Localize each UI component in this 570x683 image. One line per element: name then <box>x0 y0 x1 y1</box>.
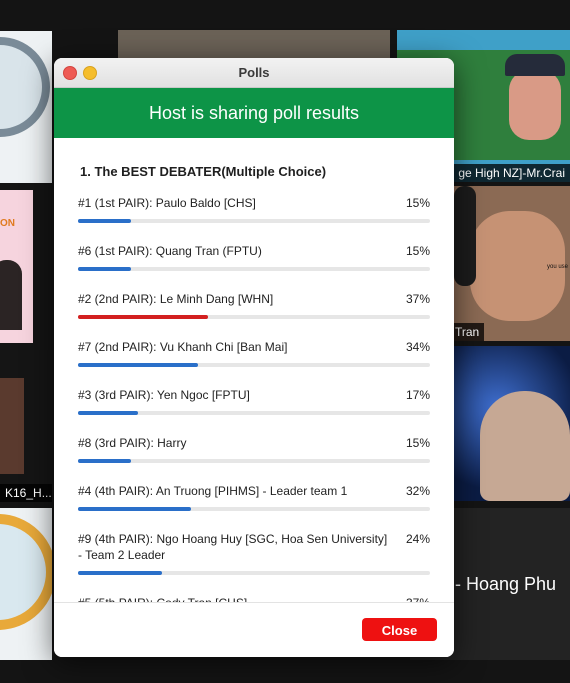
poll-answer: #6 (1st PAIR): Quang Tran (FPTU) 15% <box>78 243 430 271</box>
participant-name-large: S - Hoang Phu <box>438 574 557 594</box>
poll-question: 1. The BEST DEBATER(Multiple Choice) <box>80 164 327 179</box>
answer-label: #9 (4th PAIR): Ngo Hoang Huy [SGC, Hoa S… <box>78 532 388 562</box>
answer-percent: 17% <box>405 388 430 402</box>
answer-bar-track <box>78 459 430 463</box>
poll-answer: #1 (1st PAIR): Paulo Baldo [CHS] 15% <box>78 195 430 223</box>
answer-label: #7 (2nd PAIR): Vu Khanh Chi [Ban Mai] <box>78 340 288 354</box>
answer-percent: 34% <box>405 340 430 354</box>
poll-results-window: Polls Host is sharing poll results 1. Th… <box>54 58 454 657</box>
participant-name: ge High NZ]-Mr.Crai <box>453 164 570 182</box>
teacher-cap <box>505 54 565 76</box>
participant-name: Tran <box>450 323 485 341</box>
answer-bar-fill <box>78 363 198 367</box>
answer-bar-track <box>78 363 430 367</box>
answer-percent: 32% <box>405 484 430 498</box>
participant-face <box>480 391 570 501</box>
school-logo-gold <box>0 514 52 630</box>
answer-bar-fill <box>78 219 131 223</box>
poster-text: ON <box>0 218 15 229</box>
dark-scene <box>0 378 24 474</box>
poll-answer: #3 (3rd PAIR): Yen Ngoc [FPTU] 17% <box>78 387 430 415</box>
poll-footer: Close <box>54 602 454 657</box>
answer-bar-track <box>78 315 430 319</box>
answer-bar-track <box>78 507 430 511</box>
answer-bar-fill <box>78 571 163 575</box>
teacher-face <box>509 70 561 140</box>
close-button[interactable]: Close <box>362 618 437 641</box>
answer-label: #1 (1st PAIR): Paulo Baldo [CHS] <box>78 196 256 210</box>
window-title: Polls <box>238 65 270 80</box>
answer-bar-track <box>78 219 430 223</box>
answer-bar-fill <box>78 411 138 415</box>
answer-label: #4 (4th PAIR): An Truong [PIHMS] - Leade… <box>78 484 348 498</box>
answer-bar-track <box>78 411 430 415</box>
answer-label: #6 (1st PAIR): Quang Tran (FPTU) <box>78 244 262 258</box>
answer-bar-track <box>78 267 430 271</box>
school-logo <box>0 37 50 137</box>
video-tile-logo-top-left[interactable] <box>0 31 52 183</box>
video-tile-logo-bottom-left[interactable] <box>0 508 52 660</box>
participant-name: K16_H... <box>0 484 52 502</box>
poll-answer: #4 (4th PAIR): An Truong [PIHMS] - Leade… <box>78 483 430 511</box>
answer-bar-fill <box>78 459 131 463</box>
answer-label: #3 (3rd PAIR): Yen Ngoc [FPTU] <box>78 388 250 402</box>
sharing-banner: Host is sharing poll results <box>54 88 454 138</box>
video-tile-top-center[interactable] <box>118 30 390 60</box>
poll-results-scroll-area[interactable]: 1. The BEST DEBATER(Multiple Choice) #1 … <box>54 138 454 603</box>
video-tile-student[interactable]: you use Tran <box>450 186 570 341</box>
window-titlebar[interactable]: Polls <box>54 58 454 88</box>
poll-answer: #8 (3rd PAIR): Harry 15% <box>78 435 430 463</box>
poll-answer: #7 (2nd PAIR): Vu Khanh Chi [Ban Mai] 34% <box>78 339 430 367</box>
answer-percent: 15% <box>405 196 430 210</box>
answer-bar-fill <box>78 315 209 319</box>
headphones <box>454 186 476 286</box>
answer-bar-track <box>78 571 430 575</box>
poll-answer: #9 (4th PAIR): Ngo Hoang Huy [SGC, Hoa S… <box>78 531 430 575</box>
answer-percent: 15% <box>405 244 430 258</box>
answer-label: #8 (3rd PAIR): Harry <box>78 436 187 450</box>
answer-percent: 37% <box>405 292 430 306</box>
poster-person <box>0 260 22 330</box>
answer-bar-fill <box>78 507 191 511</box>
video-tile-space[interactable] <box>450 346 570 501</box>
video-tile-dark[interactable]: K16_H... <box>0 350 52 502</box>
answer-label: #2 (2nd PAIR): Le Minh Dang [WHN] <box>78 292 274 306</box>
answer-percent: 24% <box>405 532 430 546</box>
video-tile-pink-poster[interactable]: ON <box>0 190 33 343</box>
answer-percent: 15% <box>405 436 430 450</box>
answer-bar-fill <box>78 267 131 271</box>
caption-text: you use <box>546 264 568 270</box>
poll-answer: #2 (2nd PAIR): Le Minh Dang [WHN] 37% <box>78 291 430 319</box>
